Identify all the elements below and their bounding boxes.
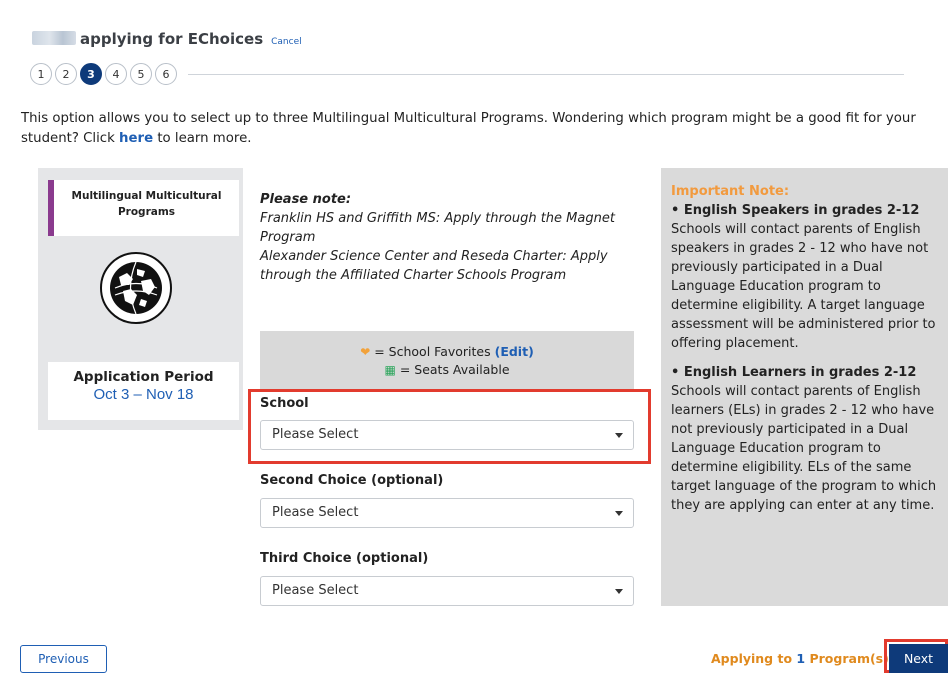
next-button[interactable]: Next bbox=[889, 644, 948, 673]
note-line-2: Alexander Science Center and Reseda Char… bbox=[260, 249, 608, 283]
step-4[interactable]: 4 bbox=[105, 63, 127, 85]
applying-number: 1 bbox=[796, 651, 806, 666]
legend-seats: ▦ = Seats Available bbox=[260, 361, 634, 379]
third-choice-select[interactable]: Please Select bbox=[260, 576, 634, 606]
page-title: applying for EChoices bbox=[80, 30, 264, 48]
english-learners-title: • English Learners in grades 2-12 bbox=[671, 365, 917, 380]
important-note-panel: Important Note: • English Speakers in gr… bbox=[661, 168, 948, 606]
step-3-current[interactable]: 3 bbox=[80, 63, 102, 85]
english-learners-text: Schools will contact parents of English … bbox=[671, 384, 937, 513]
edit-favorites-link[interactable]: (Edit) bbox=[495, 344, 534, 359]
legend: ❤ = School Favorites (Edit) ▦ = Seats Av… bbox=[260, 331, 634, 389]
redacted-student-name bbox=[32, 31, 76, 45]
page-header: applying for EChoices Cancel bbox=[32, 30, 302, 48]
program-name: Multilingual Multicultural Programs bbox=[48, 180, 239, 236]
caret-down-icon bbox=[615, 433, 623, 438]
heart-icon: ❤ bbox=[360, 345, 371, 359]
english-speakers-text: Schools will contact parents of English … bbox=[671, 222, 936, 351]
third-choice-value: Please Select bbox=[272, 583, 359, 598]
note-line-1: Franklin HS and Griffith MS: Apply throu… bbox=[260, 211, 615, 245]
previous-button[interactable]: Previous bbox=[20, 645, 107, 673]
step-divider bbox=[188, 73, 904, 75]
intro-text: This option allows you to select up to t… bbox=[21, 109, 921, 149]
second-choice-value: Please Select bbox=[272, 505, 359, 520]
second-choice-label: Second Choice (optional) bbox=[260, 473, 444, 488]
third-choice-label: Third Choice (optional) bbox=[260, 551, 429, 566]
seat-icon: ▦ bbox=[384, 363, 396, 377]
legend-favorites: ❤ = School Favorites (Edit) bbox=[260, 343, 634, 361]
application-period: Application Period Oct 3 – Nov 18 bbox=[48, 362, 239, 420]
second-choice-select[interactable]: Please Select bbox=[260, 498, 634, 528]
school-select-value: Please Select bbox=[272, 427, 359, 442]
please-note: Please note: Franklin HS and Griffith MS… bbox=[260, 190, 640, 285]
step-5[interactable]: 5 bbox=[130, 63, 152, 85]
cancel-link[interactable]: Cancel bbox=[271, 37, 302, 47]
globe-icon bbox=[100, 252, 172, 324]
application-period-dates: Oct 3 – Nov 18 bbox=[93, 386, 194, 403]
english-speakers-title: • English Speakers in grades 2-12 bbox=[671, 203, 920, 218]
applying-suffix: Program(s) bbox=[809, 651, 889, 666]
intro-text-after: to learn more. bbox=[153, 131, 252, 146]
applying-prefix: Applying to bbox=[711, 651, 793, 666]
here-link[interactable]: here bbox=[119, 131, 153, 146]
school-select[interactable]: Please Select bbox=[260, 420, 634, 450]
note-title: Please note: bbox=[260, 192, 352, 207]
caret-down-icon bbox=[615, 589, 623, 594]
important-note-title: Important Note: bbox=[671, 184, 790, 199]
legend-seats-text: = Seats Available bbox=[399, 362, 510, 377]
applying-count: Applying to 1 Program(s) bbox=[711, 651, 889, 666]
caret-down-icon bbox=[615, 511, 623, 516]
step-indicator: 1 2 3 4 5 6 bbox=[30, 63, 904, 85]
school-label: School bbox=[260, 396, 309, 411]
step-2[interactable]: 2 bbox=[55, 63, 77, 85]
legend-favorites-text: = School Favorites bbox=[374, 344, 491, 359]
step-1[interactable]: 1 bbox=[30, 63, 52, 85]
application-period-label: Application Period bbox=[73, 369, 214, 385]
step-6[interactable]: 6 bbox=[155, 63, 177, 85]
program-panel: Multilingual Multicultural Programs Appl… bbox=[38, 168, 243, 430]
